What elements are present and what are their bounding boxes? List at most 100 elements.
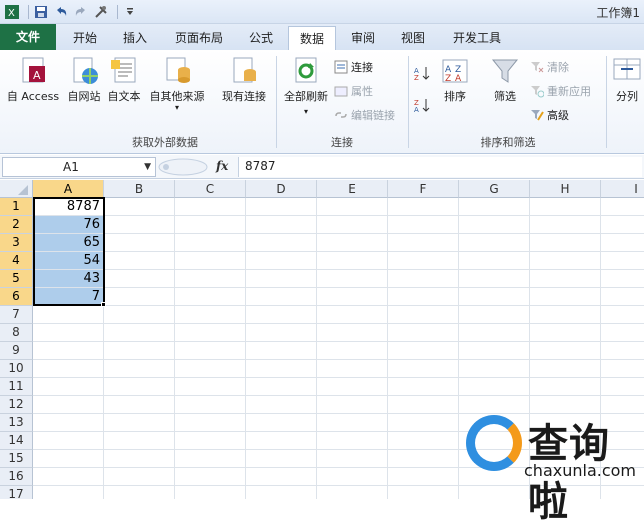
cell-b7[interactable] (104, 306, 175, 324)
row-header-16[interactable]: 16 (0, 468, 33, 486)
existing-connections-button[interactable]: 现有连接 (218, 54, 270, 104)
select-all-corner[interactable] (0, 180, 33, 198)
column-header-d[interactable]: D (246, 180, 317, 198)
cell-h5[interactable] (530, 270, 601, 288)
cell-c12[interactable] (175, 396, 246, 414)
sort-button[interactable]: AZZA 排序 (438, 54, 472, 104)
cell-b17[interactable] (104, 486, 175, 499)
cell-c9[interactable] (175, 342, 246, 360)
cell-g8[interactable] (459, 324, 530, 342)
column-header-i[interactable]: I (601, 180, 644, 198)
cell-f6[interactable] (388, 288, 459, 306)
row-header-14[interactable]: 14 (0, 432, 33, 450)
tab-formulas[interactable]: 公式 (238, 26, 284, 50)
cell-e6[interactable] (317, 288, 388, 306)
cell-h9[interactable] (530, 342, 601, 360)
cell-h10[interactable] (530, 360, 601, 378)
cell-b6[interactable] (104, 288, 175, 306)
cell-d16[interactable] (246, 468, 317, 486)
cell-e7[interactable] (317, 306, 388, 324)
cell-a11[interactable] (33, 378, 104, 396)
cell-i11[interactable] (601, 378, 644, 396)
row-header-1[interactable]: 1 (0, 198, 33, 216)
cell-c17[interactable] (175, 486, 246, 499)
cell-d1[interactable] (246, 198, 317, 216)
row-header-5[interactable]: 5 (0, 270, 33, 288)
cell-i6[interactable] (601, 288, 644, 306)
cell-e11[interactable] (317, 378, 388, 396)
cell-i4[interactable] (601, 252, 644, 270)
cell-g1[interactable] (459, 198, 530, 216)
redo-icon[interactable] (73, 4, 89, 20)
cell-e9[interactable] (317, 342, 388, 360)
from-text-button[interactable]: 自文本 (104, 54, 144, 104)
cell-b12[interactable] (104, 396, 175, 414)
cell-i7[interactable] (601, 306, 644, 324)
cell-d5[interactable] (246, 270, 317, 288)
cell-g6[interactable] (459, 288, 530, 306)
row-header-2[interactable]: 2 (0, 216, 33, 234)
name-box[interactable]: A1 ▼ (2, 157, 156, 177)
cell-h11[interactable] (530, 378, 601, 396)
cell-e12[interactable] (317, 396, 388, 414)
cell-a7[interactable] (33, 306, 104, 324)
cell-h8[interactable] (530, 324, 601, 342)
cell-e8[interactable] (317, 324, 388, 342)
cell-e3[interactable] (317, 234, 388, 252)
from-other-sources-button[interactable]: 自其他来源 ▾ (146, 54, 208, 112)
cell-d12[interactable] (246, 396, 317, 414)
cell-g9[interactable] (459, 342, 530, 360)
reapply-button[interactable]: 重新应用 (530, 82, 591, 100)
cell-c6[interactable] (175, 288, 246, 306)
row-header-17[interactable]: 17 (0, 486, 33, 499)
cell-f4[interactable] (388, 252, 459, 270)
cell-f9[interactable] (388, 342, 459, 360)
cell-f10[interactable] (388, 360, 459, 378)
cell-a14[interactable] (33, 432, 104, 450)
advanced-filter-button[interactable]: 高级 (530, 106, 569, 124)
cell-b1[interactable] (104, 198, 175, 216)
cell-e2[interactable] (317, 216, 388, 234)
cell-a13[interactable] (33, 414, 104, 432)
cell-a1[interactable]: 8787 (33, 198, 104, 216)
column-header-g[interactable]: G (459, 180, 530, 198)
column-header-c[interactable]: C (175, 180, 246, 198)
cell-e5[interactable] (317, 270, 388, 288)
row-header-9[interactable]: 9 (0, 342, 33, 360)
cell-c15[interactable] (175, 450, 246, 468)
connections-button[interactable]: 连接 (334, 58, 373, 76)
row-header-15[interactable]: 15 (0, 450, 33, 468)
undo-icon[interactable] (53, 4, 69, 20)
cell-g3[interactable] (459, 234, 530, 252)
tools-icon[interactable] (93, 4, 109, 20)
cell-h7[interactable] (530, 306, 601, 324)
tab-view[interactable]: 视图 (390, 26, 436, 50)
cell-e17[interactable] (317, 486, 388, 499)
row-header-10[interactable]: 10 (0, 360, 33, 378)
clear-filter-button[interactable]: 清除 (530, 58, 569, 76)
cell-b4[interactable] (104, 252, 175, 270)
row-header-13[interactable]: 13 (0, 414, 33, 432)
sort-descending-button[interactable]: ZA (414, 96, 437, 114)
tab-developer[interactable]: 开发工具 (442, 26, 512, 50)
formula-input[interactable]: 8787 (238, 157, 642, 177)
cell-a9[interactable] (33, 342, 104, 360)
tab-page-layout[interactable]: 页面布局 (164, 26, 234, 50)
cell-f8[interactable] (388, 324, 459, 342)
row-header-6[interactable]: 6 (0, 288, 33, 306)
cell-e10[interactable] (317, 360, 388, 378)
cell-d14[interactable] (246, 432, 317, 450)
cell-g4[interactable] (459, 252, 530, 270)
row-header-11[interactable]: 11 (0, 378, 33, 396)
tab-review[interactable]: 审阅 (340, 26, 386, 50)
cell-b8[interactable] (104, 324, 175, 342)
cell-c11[interactable] (175, 378, 246, 396)
cell-h1[interactable] (530, 198, 601, 216)
cell-b11[interactable] (104, 378, 175, 396)
cell-b15[interactable] (104, 450, 175, 468)
cell-a10[interactable] (33, 360, 104, 378)
cell-e14[interactable] (317, 432, 388, 450)
cell-i2[interactable] (601, 216, 644, 234)
cell-f5[interactable] (388, 270, 459, 288)
cell-b9[interactable] (104, 342, 175, 360)
